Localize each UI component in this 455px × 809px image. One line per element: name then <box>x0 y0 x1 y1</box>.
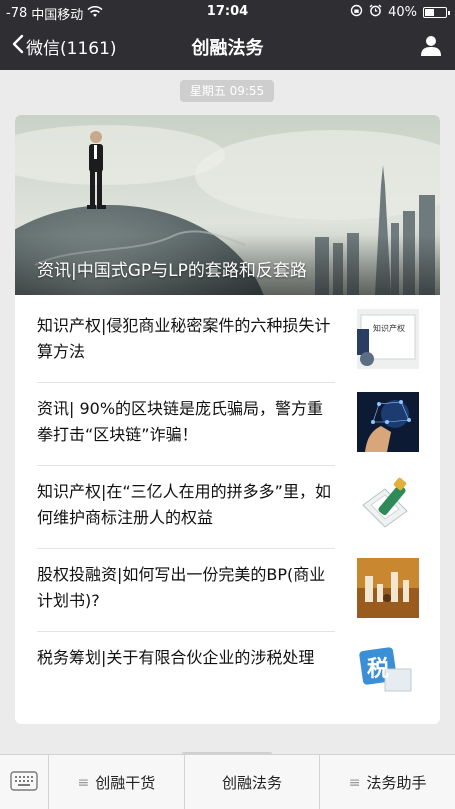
article-title: 知识产权|在“三亿人在用的拼多多”里，如何维护商标注册人的权益 <box>37 482 331 527</box>
menu-item-label: 创融干货 <box>95 774 156 792</box>
article-title: 股权投融资|如何写出一份完美的BP(商业计划书)? <box>37 565 326 610</box>
article-thumbnail: 税 <box>357 641 419 701</box>
article-title: 税务筹划|关于有限合伙企业的涉税处理 <box>37 648 315 667</box>
keyboard-toggle-button[interactable] <box>0 755 49 809</box>
keyboard-icon <box>10 770 38 795</box>
profile-button[interactable] <box>421 35 441 61</box>
article-item[interactable]: 知识产权|侵犯商业秘密案件的六种损失计算方法 知识产权 <box>37 295 419 377</box>
battery-icon <box>423 7 450 18</box>
status-right: 40% <box>350 4 450 21</box>
article-item[interactable]: 资讯| 90%的区块链是庞氏骗局，警方重拳打击“区块链”诈骗！ <box>37 378 419 460</box>
status-bar: -78 中国移动 17:04 40% <box>0 0 455 24</box>
menu-item-label: 法务助手 <box>366 774 427 792</box>
menu-item-chuangrong-ganhuo[interactable]: ≡ 创融干货 <box>49 755 185 809</box>
article-thumbnail <box>357 392 419 452</box>
battery-percent: 40% <box>388 5 417 20</box>
article-item[interactable]: 股权投融资|如何写出一份完美的BP(商业计划书)? <box>37 544 419 626</box>
article-item[interactable]: 知识产权|在“三亿人在用的拼多多”里，如何维护商标注册人的权益 <box>37 461 419 543</box>
alarm-icon <box>369 4 382 21</box>
battery-level <box>425 9 434 16</box>
article-thumbnail <box>357 475 419 535</box>
menu-list-icon: ≡ <box>77 774 90 791</box>
message-timestamp: 星期五 09:55 <box>180 80 274 102</box>
nav-bar: 微信(1161) 创融法务 <box>0 24 455 70</box>
article-item[interactable]: 税务筹划|关于有限合伙企业的涉税处理 税 <box>37 627 419 709</box>
article-title: 知识产权|侵犯商业秘密案件的六种损失计算方法 <box>37 316 331 361</box>
menu-item-label: 创融法务 <box>222 774 283 792</box>
article-card: 资讯|中国式GP与LP的套路和反套路 知识产权|侵犯商业秘密案件的六种损失计算方… <box>15 115 440 724</box>
menu-item-chuangrong-fawu[interactable]: 创融法务 <box>185 755 321 809</box>
thumbnail-text: 税 <box>367 657 390 682</box>
menu-item-fawu-zhushou[interactable]: ≡ 法务助手 <box>320 755 455 809</box>
article-thumbnail <box>357 558 419 618</box>
back-button[interactable]: 微信(1161) <box>12 34 117 59</box>
menu-list-icon: ≡ <box>348 774 361 791</box>
article-title: 资讯| 90%的区块链是庞氏骗局，警方重拳打击“区块链”诈骗！ <box>37 399 324 444</box>
thumbnail-text: 知识产权 <box>373 324 405 333</box>
orientation-lock-icon <box>350 4 363 21</box>
bottom-menu-bar: ≡ 创融干货 创融法务 ≡ 法务助手 <box>0 754 455 809</box>
back-label: 微信(1161) <box>26 39 117 59</box>
cover-title: 资讯|中国式GP与LP的套路和反套路 <box>37 261 307 281</box>
article-thumbnail: 知识产权 <box>357 309 419 369</box>
person-icon <box>421 36 441 61</box>
chevron-left-icon <box>12 34 24 59</box>
cover-article[interactable]: 资讯|中国式GP与LP的套路和反套路 <box>15 115 440 295</box>
